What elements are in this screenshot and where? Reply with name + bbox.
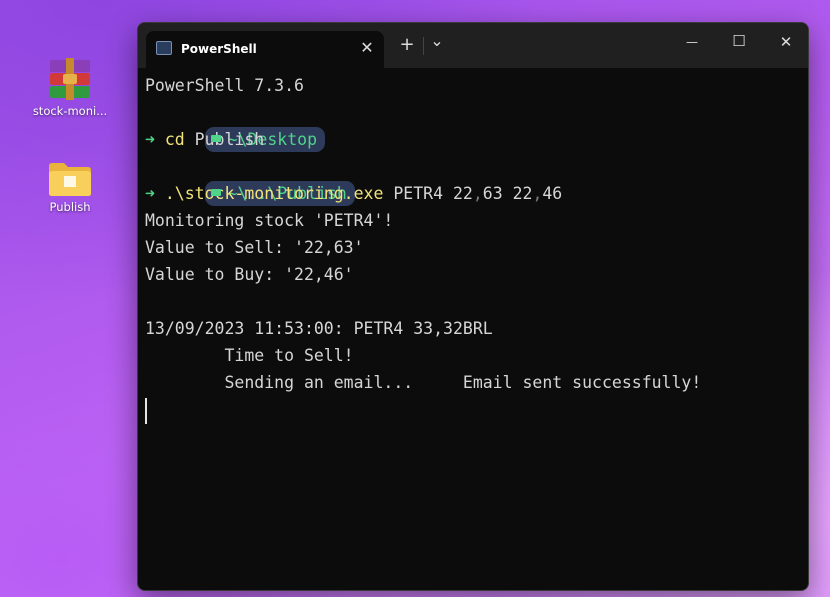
desktop-icon-label: stock-moni...	[32, 104, 108, 118]
text-cursor	[145, 397, 147, 424]
close-window-button[interactable]: ✕	[772, 33, 800, 51]
output-line: Sending an email... Email sent successfu…	[145, 373, 702, 392]
prompt-arrow-icon: ➜	[145, 130, 155, 149]
cursor-line	[145, 396, 808, 424]
terminal-window: PowerShell ✕ + ⌄ — ☐ ✕ PowerShell 7.3.6 …	[137, 22, 809, 591]
maximize-button[interactable]: ☐	[725, 32, 753, 50]
desktop-icon-label: Publish	[49, 200, 91, 214]
desktop-icon-publish-folder[interactable]: Publish	[28, 160, 112, 214]
divider	[423, 37, 424, 55]
prompt-line: ~\Desktop	[145, 99, 808, 152]
command-args: 46	[542, 184, 563, 203]
output-line: Value to Buy: '22,46'	[145, 265, 354, 284]
command-line: ➜ .\stock-monitoring.exe PETR4 22,63 22,…	[145, 180, 808, 207]
output-line: Value to Sell: '22,63'	[145, 238, 364, 257]
tab-title: PowerShell	[181, 42, 257, 56]
folder-icon	[210, 135, 221, 142]
version-line: PowerShell 7.3.6	[145, 76, 304, 95]
tab-close-icon[interactable]: ✕	[356, 37, 378, 59]
chevron-down-icon[interactable]: ⌄	[426, 31, 448, 50]
output-line: Time to Sell!	[145, 346, 354, 365]
winrar-archive-icon	[50, 58, 90, 100]
tab-powershell[interactable]: PowerShell ✕	[146, 31, 384, 68]
prompt-line: ~\..\Publish	[145, 153, 808, 206]
command-name: .\stock-monitoring.exe	[164, 184, 384, 203]
folder-icon	[49, 163, 91, 196]
arg-separator: ,	[532, 184, 543, 203]
output-line: 13/09/2023 11:53:00: PETR4 33,32BRL	[145, 319, 493, 338]
terminal-output[interactable]: PowerShell 7.3.6 ~\Desktop ➜ cd Publish …	[138, 68, 808, 590]
powershell-icon	[156, 41, 172, 55]
command-args: 63 22	[482, 184, 533, 203]
new-tab-button[interactable]: +	[396, 34, 418, 55]
title-bar[interactable]: PowerShell ✕ + ⌄ — ☐ ✕	[138, 23, 808, 68]
command-args: Publish	[184, 130, 265, 149]
arg-separator: ,	[472, 184, 483, 203]
prompt-arrow-icon: ➜	[145, 184, 155, 203]
command-name: cd	[164, 130, 185, 149]
command-line: ➜ cd Publish	[145, 126, 808, 153]
output-line: Monitoring stock 'PETR4'!	[145, 211, 394, 230]
minimize-button[interactable]: —	[678, 35, 706, 49]
folder-icon	[210, 189, 221, 196]
desktop-icon-archive[interactable]: stock-moni...	[28, 58, 112, 118]
command-args: PETR4 22	[383, 184, 473, 203]
